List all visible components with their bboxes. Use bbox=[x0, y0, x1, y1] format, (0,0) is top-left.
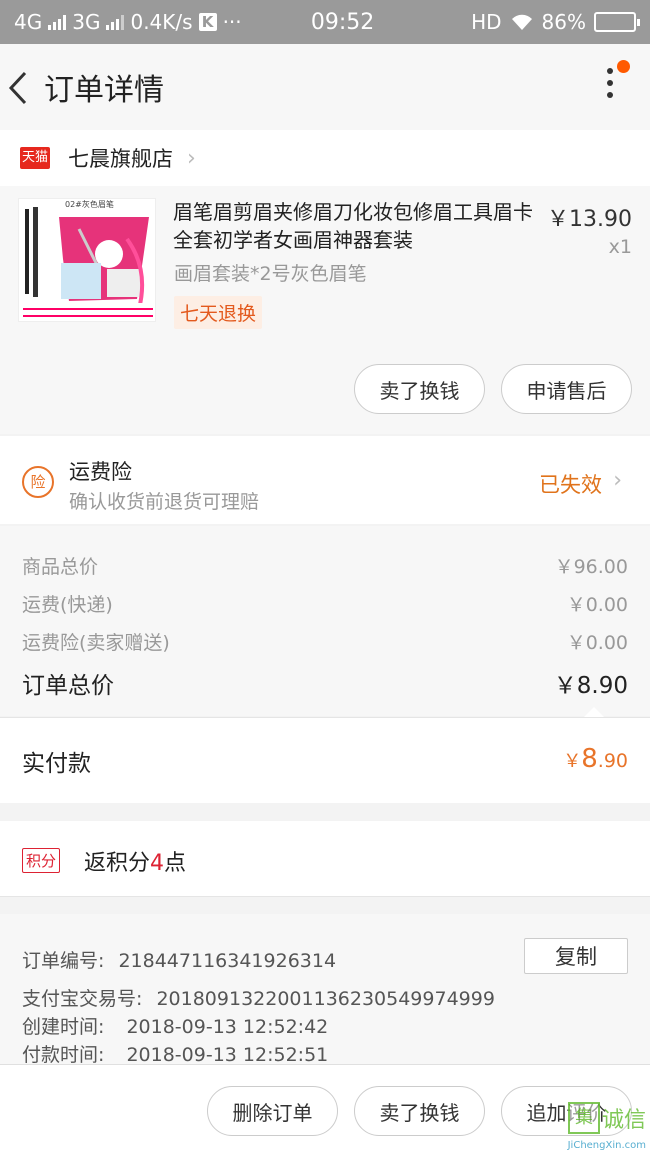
created-time-row: 创建时间: 2018-09-13 12:52:42 bbox=[22, 1012, 328, 1039]
more-vertical-icon bbox=[607, 68, 613, 74]
bottom-action-bar: 删除订单 卖了换钱 追加评价 bbox=[0, 1064, 650, 1155]
network-3g-label: 3G bbox=[72, 10, 101, 34]
alipay-row: 支付宝交易号: 2018091322001136230549974999 bbox=[22, 984, 495, 1011]
insurance-subtitle: 确认收货前退货可理赔 bbox=[69, 491, 260, 513]
watermark-url: JiChengXin.com bbox=[567, 1140, 646, 1151]
page-title: 订单详情 bbox=[44, 73, 164, 108]
cost-label: 商品总价 bbox=[22, 556, 99, 578]
created-time: 2018-09-13 12:52:42 bbox=[126, 1016, 329, 1038]
tmall-badge: 天猫 bbox=[20, 147, 50, 169]
paid-time-row: 付款时间: 2018-09-13 12:52:51 bbox=[22, 1040, 328, 1067]
cost-label: 运费(快递) bbox=[22, 594, 113, 616]
insurance-title: 运费险 bbox=[69, 460, 132, 484]
cost-value: ￥0.00 bbox=[566, 632, 628, 654]
nav-bar: 订单详情 bbox=[0, 44, 650, 130]
points-tag: 积分 bbox=[22, 848, 61, 873]
status-bar: 4G 3G 0.4K/s K ··· 09:52 HD 86% bbox=[0, 0, 650, 44]
order-number-label: 订单编号: bbox=[22, 950, 105, 972]
battery-percent: 86% bbox=[541, 10, 586, 34]
order-info: 订单编号: 218447116341926314 复制 支付宝交易号: 2018… bbox=[0, 914, 650, 1067]
product-title[interactable]: 眉笔眉剪眉夹修眉刀化妆包修眉工具眉卡全套初学者女画眉神器套装 bbox=[173, 198, 533, 254]
sell-for-cash-button-bottom[interactable]: 卖了换钱 bbox=[354, 1086, 485, 1136]
watermark-text: 诚信 bbox=[601, 1108, 646, 1133]
order-total-row: 订单总价 ￥8.90 bbox=[22, 666, 628, 700]
paid-time-label: 付款时间: bbox=[22, 1044, 105, 1066]
shop-name: 七晨旗舰店 bbox=[68, 147, 173, 171]
shop-row[interactable]: 天猫 七晨旗舰店 › bbox=[0, 130, 650, 186]
copy-button[interactable]: 复制 bbox=[524, 938, 628, 974]
actual-paid-row: 实付款 ￥8.90 bbox=[0, 717, 650, 803]
pointer-arrow bbox=[584, 707, 604, 717]
order-item: 02#灰色眉笔 眉笔眉剪眉夹修眉刀化妆包修眉工具眉卡全套初学者女画眉神器套装 ￥… bbox=[0, 186, 650, 434]
paid-integer: 8 bbox=[581, 744, 598, 774]
battery-icon bbox=[594, 12, 640, 32]
product-sku: 画眉套装*2号灰色眉笔 bbox=[174, 263, 367, 285]
created-time-label: 创建时间: bbox=[22, 1016, 105, 1038]
back-button[interactable] bbox=[0, 44, 44, 130]
signal-icon bbox=[48, 14, 67, 30]
after-sale-button[interactable]: 申请售后 bbox=[501, 364, 632, 414]
cost-value: ￥96.00 bbox=[554, 556, 628, 578]
cost-value: ￥0.00 bbox=[566, 594, 628, 616]
product-image[interactable]: 02#灰色眉笔 bbox=[18, 198, 156, 322]
clock: 09:52 bbox=[310, 9, 375, 35]
watermark: 集 诚信 JiChengXin.com bbox=[567, 1102, 646, 1151]
sell-for-cash-button[interactable]: 卖了换钱 bbox=[354, 364, 485, 414]
alipay-label: 支付宝交易号: bbox=[22, 988, 143, 1010]
order-total-label: 订单总价 bbox=[22, 673, 114, 699]
paid-decimal: .90 bbox=[597, 750, 628, 772]
chevron-right-icon: › bbox=[187, 145, 196, 171]
product-thumbnail-illustration bbox=[19, 199, 155, 321]
points-suffix: 点 bbox=[164, 851, 187, 876]
wifi-icon bbox=[511, 14, 532, 30]
seven-day-return-badge: 七天退换 bbox=[174, 296, 263, 329]
network-4g-label: 4G bbox=[14, 10, 43, 34]
watermark-logo-icon: 集 bbox=[567, 1102, 600, 1134]
actual-paid-label: 实付款 bbox=[22, 751, 91, 777]
delete-order-button[interactable]: 删除订单 bbox=[207, 1086, 338, 1136]
shipping-insurance-row[interactable]: 险 运费险 确认收货前退货可理赔 已失效 › bbox=[0, 436, 650, 524]
alipay-number: 2018091322001136230549974999 bbox=[156, 988, 495, 1010]
paid-time: 2018-09-13 12:52:51 bbox=[126, 1044, 329, 1066]
cost-label: 运费险(卖家赠送) bbox=[22, 632, 170, 654]
chevron-right-icon: › bbox=[613, 468, 622, 493]
insurance-status: 已失效 bbox=[539, 473, 602, 497]
product-price: ￥13.90 bbox=[547, 207, 632, 232]
order-total-value: ￥8.90 bbox=[553, 673, 628, 699]
currency-symbol: ￥ bbox=[563, 751, 582, 772]
more-button[interactable] bbox=[600, 60, 630, 108]
signal-icon-2 bbox=[106, 14, 125, 30]
network-speed: 0.4K/s bbox=[130, 10, 193, 34]
points-row: 积分 返积分4点 bbox=[0, 821, 650, 897]
points-prefix: 返积分 bbox=[84, 851, 151, 876]
actual-paid-value: ￥8.90 bbox=[563, 744, 628, 774]
cost-row: 商品总价 ￥96.00 bbox=[22, 552, 628, 579]
cost-row: 运费(快递) ￥0.00 bbox=[22, 590, 628, 617]
chevron-left-icon bbox=[8, 71, 27, 105]
cost-summary: 商品总价 ￥96.00 运费(快递) ￥0.00 运费险(卖家赠送) ￥0.00… bbox=[0, 526, 650, 717]
hd-label: HD bbox=[471, 10, 502, 34]
order-number: 218447116341926314 bbox=[118, 950, 337, 972]
insurance-icon: 险 bbox=[22, 466, 54, 498]
points-text: 返积分4点 bbox=[84, 845, 186, 877]
notification-dot bbox=[617, 60, 630, 73]
product-quantity: x1 bbox=[608, 236, 632, 258]
order-number-row: 订单编号: 218447116341926314 bbox=[22, 946, 336, 973]
points-number: 4 bbox=[150, 851, 165, 876]
image-label: 02#灰色眉笔 bbox=[63, 199, 116, 210]
cost-row: 运费险(卖家赠送) ￥0.00 bbox=[22, 628, 628, 655]
